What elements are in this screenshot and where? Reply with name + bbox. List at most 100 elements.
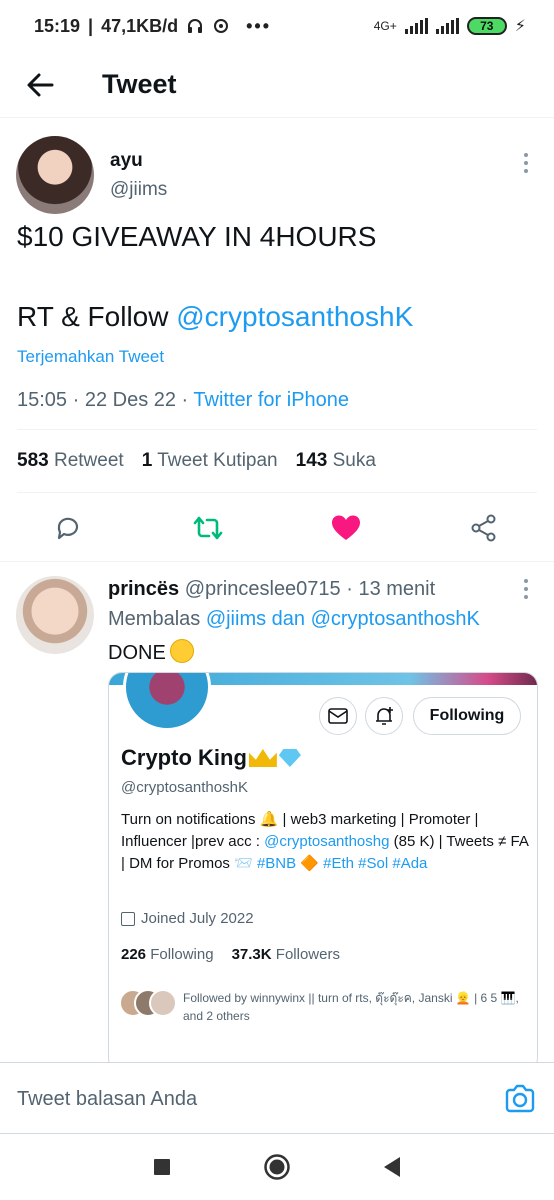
attached-image[interactable]: Following Crypto King @cryptosanthoshK T… bbox=[108, 672, 538, 1072]
message-button bbox=[319, 697, 357, 735]
replying-mentions[interactable]: @jiims dan @cryptosanthoshK bbox=[206, 608, 480, 630]
status-speed: 47,1KB/d bbox=[101, 15, 179, 36]
triangle-back-icon bbox=[384, 1157, 400, 1177]
reply-composer bbox=[0, 1062, 554, 1134]
tweet-text-prefix: RT & Follow bbox=[17, 301, 177, 332]
tweet-text-line-1: $10 GIVEAWAY IN 4HOURS bbox=[17, 221, 377, 252]
card-bio: Turn on notifications 🔔 | web3 marketing… bbox=[121, 809, 529, 875]
reply-text-content: DONE bbox=[108, 642, 166, 664]
bio-hashtags: #BNB 🔶 #Eth #Sol #Ada bbox=[256, 855, 428, 872]
follow-counts: 226 Following 37.3K Followers bbox=[121, 946, 340, 963]
recents-button[interactable] bbox=[147, 1152, 177, 1182]
page-title: Tweet bbox=[102, 69, 177, 99]
network-type: 4G+ bbox=[373, 19, 397, 33]
reply-text: DONE bbox=[108, 639, 194, 665]
reply-icon bbox=[57, 517, 79, 540]
status-time: 15:19 bbox=[34, 15, 81, 36]
replying-prefix: Membalas bbox=[108, 608, 206, 630]
joined-date: Joined July 2022 bbox=[121, 910, 254, 927]
follower-avatars bbox=[119, 989, 177, 1017]
mail-icon bbox=[328, 708, 348, 724]
back-nav-button[interactable] bbox=[377, 1152, 407, 1182]
tweet-separator bbox=[0, 561, 554, 562]
more-notifications-icon: ••• bbox=[246, 15, 272, 36]
following-text: Following bbox=[150, 946, 214, 963]
battery-icon: 73 bbox=[466, 17, 507, 35]
followed-by: Followed by winnywinx || turn of rts, ดุ… bbox=[119, 989, 529, 1025]
retweets-stat[interactable]: 583 Retweet bbox=[17, 450, 124, 472]
profile-avatar bbox=[123, 673, 211, 731]
bio-link: @cryptosanthoshg bbox=[264, 833, 390, 850]
signal-icon-2 bbox=[435, 18, 459, 34]
followers-text: Followers bbox=[275, 946, 340, 963]
notification-icon bbox=[214, 19, 229, 33]
share-icon bbox=[471, 514, 496, 542]
bell-plus-icon bbox=[376, 707, 393, 725]
retweets-label: Retweet bbox=[53, 450, 124, 471]
calendar-icon bbox=[121, 911, 135, 926]
circle-icon bbox=[264, 1154, 290, 1180]
gem-emoji-icon bbox=[278, 749, 301, 767]
card-profile-handle: @cryptosanthoshK bbox=[121, 779, 248, 796]
joined-text: Joined July 2022 bbox=[141, 910, 254, 927]
reply-handle-time: @princeslee0715 · 13 menit bbox=[184, 578, 436, 600]
followers-stat: 37.3K Followers bbox=[232, 946, 340, 963]
divider bbox=[17, 429, 537, 430]
more-options-icon[interactable] bbox=[516, 574, 536, 604]
signal-icon bbox=[404, 18, 428, 34]
avatar[interactable] bbox=[16, 576, 94, 654]
square-icon bbox=[154, 1159, 170, 1175]
notify-button bbox=[365, 697, 403, 735]
followed-by-text: Followed by winnywinx || turn of rts, ดุ… bbox=[183, 991, 519, 1023]
back-button[interactable] bbox=[10, 55, 70, 115]
avatar bbox=[149, 989, 177, 1017]
reply-button[interactable] bbox=[48, 508, 88, 548]
likes-stat[interactable]: 143 Suka bbox=[296, 450, 376, 472]
tweet-text-line-2: RT & Follow @cryptosanthoshK bbox=[17, 301, 413, 333]
mention-link[interactable]: @cryptosanthoshK bbox=[176, 301, 413, 332]
status-bar: 15:19 | 47,1KB/d ••• 4G+ 73 ⚡ bbox=[0, 0, 554, 52]
quotes-count: 1 bbox=[141, 450, 153, 471]
status-separator: | bbox=[88, 15, 94, 36]
tweet-stats: 583 Retweet 1 Tweet Kutipan 143 Suka bbox=[17, 450, 376, 472]
tweet-actions bbox=[0, 508, 554, 548]
retweets-count: 583 bbox=[17, 450, 49, 471]
following-stat: 226 Following bbox=[121, 946, 214, 963]
quotes-stat[interactable]: 1 Tweet Kutipan bbox=[142, 450, 278, 472]
retweet-button[interactable] bbox=[188, 508, 228, 548]
replying-to: Membalas @jiims dan @cryptosanthoshK bbox=[108, 608, 480, 631]
tweet-source-link[interactable]: Twitter for iPhone bbox=[193, 389, 349, 411]
following-button: Following bbox=[413, 697, 521, 735]
status-right: 4G+ 73 ⚡ bbox=[374, 16, 526, 36]
likes-count: 143 bbox=[295, 450, 328, 471]
share-button[interactable] bbox=[464, 508, 504, 548]
smile-emoji-icon bbox=[169, 639, 194, 663]
like-button[interactable] bbox=[326, 508, 366, 548]
avatar[interactable] bbox=[16, 136, 94, 214]
quotes-label: Tweet Kutipan bbox=[157, 450, 278, 471]
followers-count: 37.3K bbox=[231, 946, 272, 963]
charging-icon: ⚡ bbox=[514, 18, 526, 35]
card-profile-name: Crypto King bbox=[121, 745, 301, 771]
crown-emoji-icon bbox=[248, 749, 277, 767]
more-options-icon[interactable] bbox=[516, 148, 536, 178]
likes-label: Suka bbox=[332, 450, 376, 471]
divider bbox=[17, 492, 537, 493]
headphones-icon bbox=[188, 19, 203, 33]
status-left: 15:19 | 47,1KB/d ••• bbox=[34, 16, 271, 37]
system-nav-bar bbox=[0, 1134, 554, 1200]
heart-icon bbox=[332, 515, 360, 540]
camera-button[interactable] bbox=[504, 1083, 536, 1115]
following-count: 226 bbox=[121, 946, 147, 963]
reply-header: princës @princeslee0715 · 13 menit bbox=[108, 578, 435, 601]
reply-author-name[interactable]: princës bbox=[108, 578, 179, 600]
home-button[interactable] bbox=[262, 1152, 292, 1182]
retweet-icon bbox=[193, 516, 223, 540]
author-name[interactable]: ayu bbox=[110, 150, 143, 172]
app-header: Tweet bbox=[0, 52, 554, 118]
tweet-timestamp: 15:05 · 22 Des 22 · bbox=[17, 389, 194, 411]
author-handle[interactable]: @jiims bbox=[110, 179, 167, 201]
reply-input[interactable] bbox=[17, 1079, 477, 1119]
translate-link[interactable]: Terjemahkan Tweet bbox=[17, 347, 164, 367]
card-name-text: Crypto King bbox=[121, 745, 247, 770]
